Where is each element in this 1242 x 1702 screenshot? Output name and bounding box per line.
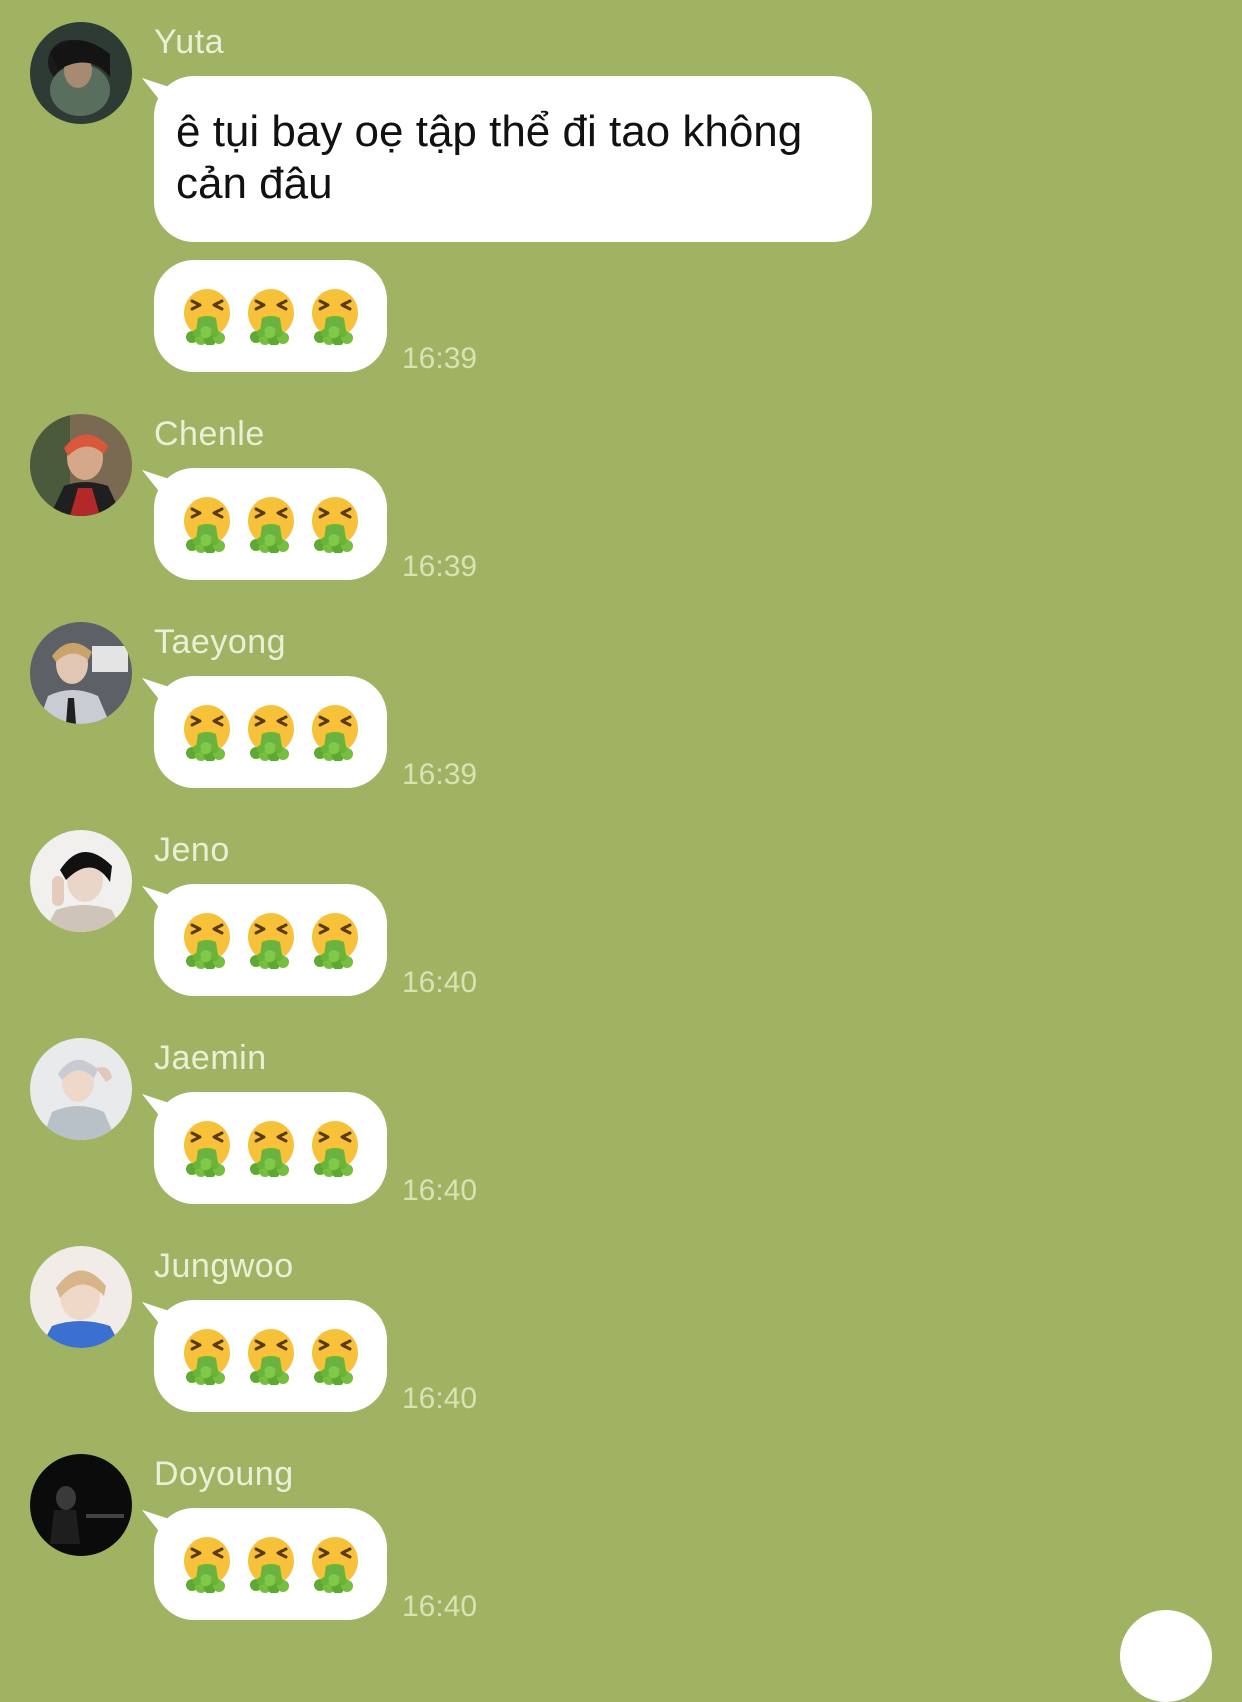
avatar-suit-icon — [30, 622, 132, 724]
message-bubble[interactable] — [154, 1300, 387, 1412]
face-vomiting-icon — [310, 1119, 360, 1177]
message-text: ê tụi bay oẹ tập thể đi tao không cản đâ… — [176, 107, 803, 208]
face-vomiting-icon — [182, 495, 232, 553]
message-bubble[interactable] — [154, 1092, 387, 1204]
avatar-taeyong[interactable] — [30, 622, 132, 724]
face-vomiting-icon — [246, 703, 296, 761]
avatar-silver-hair-icon — [30, 1038, 132, 1140]
message-timestamp: 16:40 — [402, 1590, 478, 1623]
message-timestamp: 16:39 — [402, 342, 478, 375]
face-vomiting-icon — [182, 1535, 232, 1593]
message-timestamp: 16:40 — [402, 966, 478, 999]
face-vomiting-icon — [246, 1327, 296, 1385]
message-bubble[interactable] — [154, 468, 387, 580]
face-vomiting-icon — [310, 703, 360, 761]
face-vomiting-icon — [310, 911, 360, 969]
sender-name: Jeno — [154, 831, 230, 869]
face-vomiting-icon — [246, 495, 296, 553]
face-vomiting-icon — [182, 1119, 232, 1177]
sender-name: Chenle — [154, 415, 265, 453]
face-vomiting-icon — [182, 1327, 232, 1385]
sender-name: Jungwoo — [154, 1247, 294, 1285]
face-vomiting-icon — [246, 911, 296, 969]
face-vomiting-icon — [246, 1119, 296, 1177]
face-vomiting-icon — [246, 1535, 296, 1593]
avatar-jeno[interactable] — [30, 830, 132, 932]
avatar-yuta[interactable] — [30, 22, 132, 124]
face-vomiting-icon — [310, 287, 360, 345]
message-timestamp: 16:40 — [402, 1174, 478, 1207]
message-bubble[interactable] — [154, 676, 387, 788]
sender-name: Yuta — [154, 23, 225, 61]
face-vomiting-icon — [310, 1535, 360, 1593]
sender-name: Doyoung — [154, 1455, 294, 1493]
message-bubble[interactable] — [154, 884, 387, 996]
avatar-chenle[interactable] — [30, 414, 132, 516]
message-timestamp: 16:40 — [402, 1382, 478, 1415]
avatar-black-hair-icon — [30, 830, 132, 932]
avatar-dark-hair-icon — [30, 22, 132, 124]
message-timestamp: 16:39 — [402, 758, 478, 791]
sender-name: Taeyong — [154, 623, 287, 661]
message-bubble[interactable] — [154, 1508, 387, 1620]
face-vomiting-icon — [246, 287, 296, 345]
avatar-doyoung[interactable] — [30, 1454, 132, 1556]
avatar-jungwoo[interactable] — [30, 1246, 132, 1348]
message-timestamp: 16:39 — [402, 550, 478, 583]
message-bubble[interactable]: ê tụi bay oẹ tập thể đi tao không cản đâ… — [154, 76, 872, 242]
scroll-to-bottom-button[interactable] — [1120, 1610, 1212, 1702]
face-vomiting-icon — [182, 911, 232, 969]
avatar-light-hair-icon — [30, 1246, 132, 1348]
avatar-jaemin[interactable] — [30, 1038, 132, 1140]
face-vomiting-icon — [182, 287, 232, 345]
sender-name: Jaemin — [154, 1039, 267, 1077]
face-vomiting-icon — [310, 1327, 360, 1385]
avatar-dark-photo-icon — [30, 1454, 132, 1556]
message-bubble[interactable] — [154, 260, 387, 372]
face-vomiting-icon — [310, 495, 360, 553]
face-vomiting-icon — [182, 703, 232, 761]
avatar-red-hair-icon — [30, 414, 132, 516]
